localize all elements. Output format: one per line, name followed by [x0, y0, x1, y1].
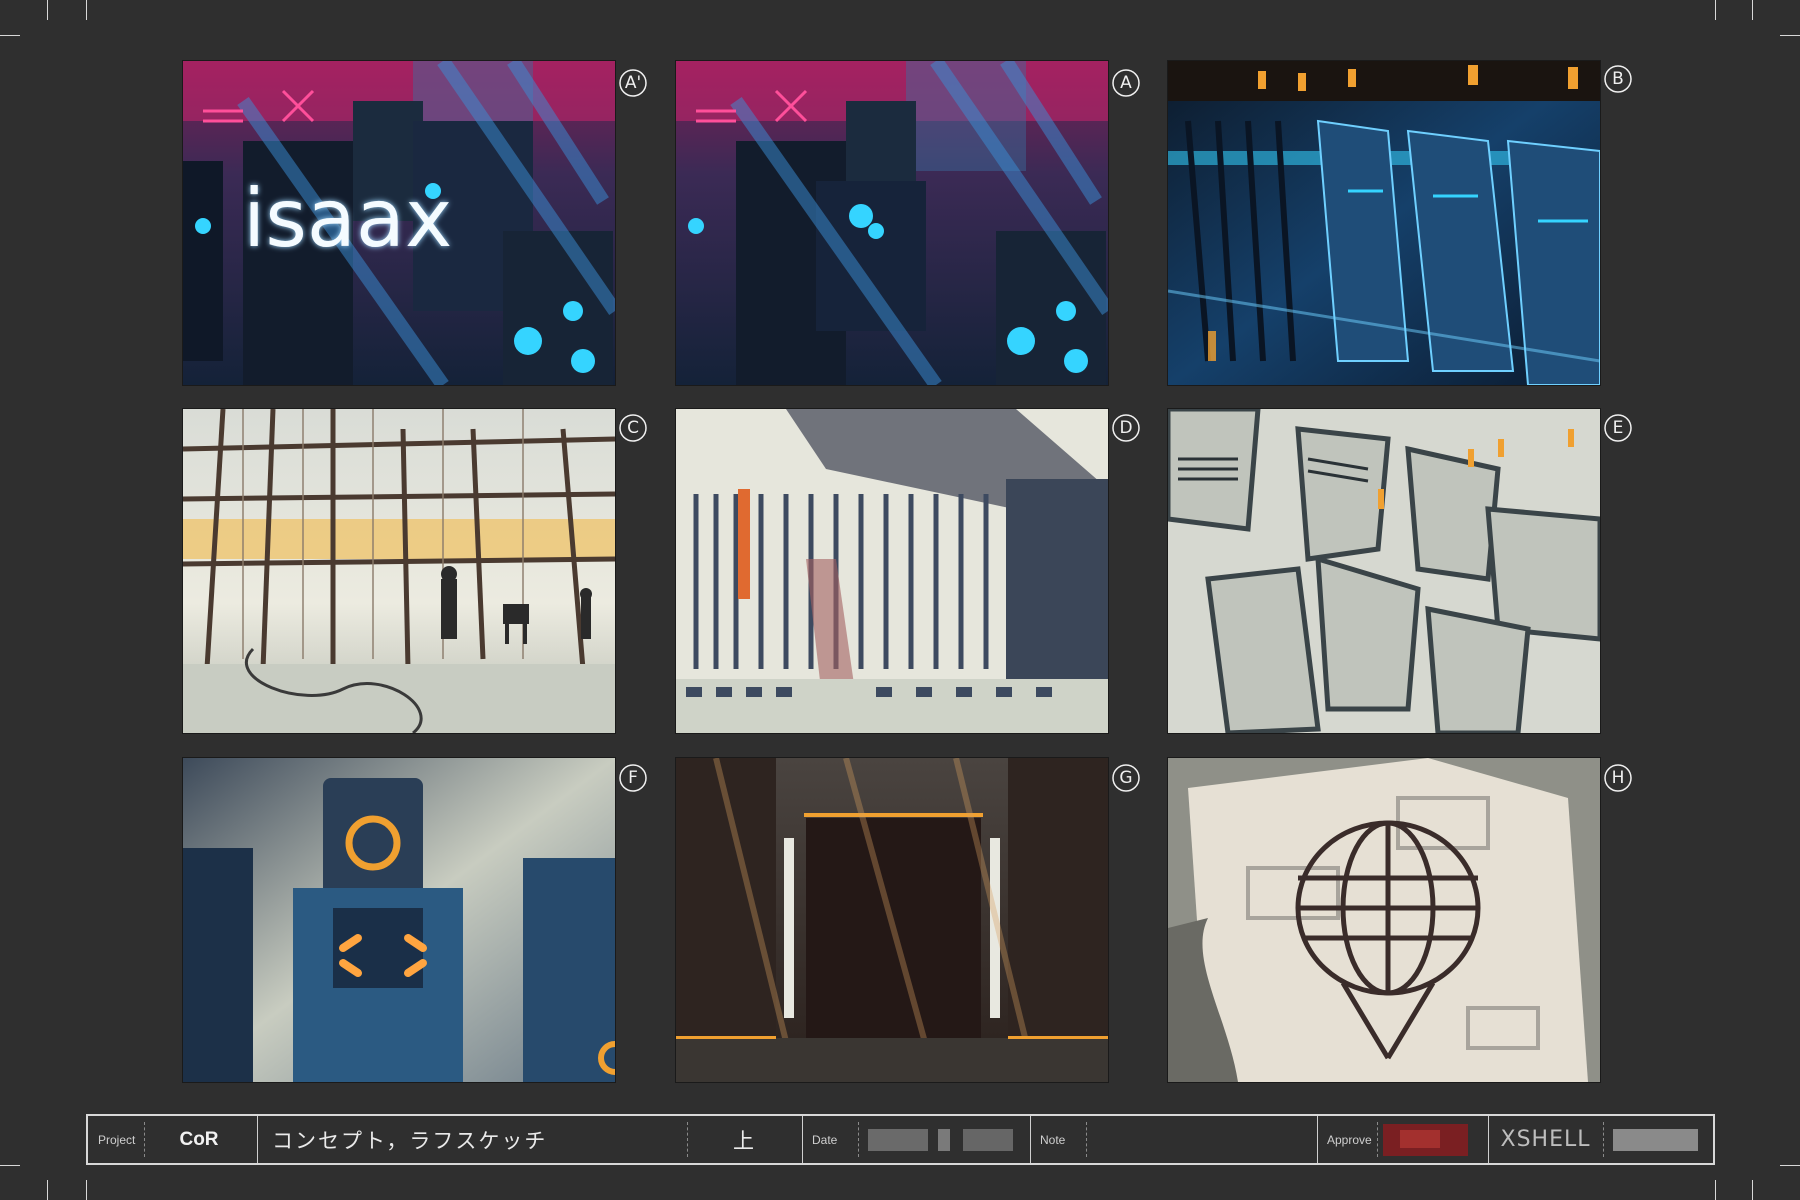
studio-logo: XSHELL: [1500, 1127, 1591, 1152]
panel-h-globe-sketch: [1167, 757, 1601, 1083]
crop-mark-top-left-h: [0, 35, 20, 36]
panel-label-c: C: [618, 413, 648, 443]
title-block: Project CoR コンセプト，ラフスケッチ 上 Date Note App…: [86, 1114, 1715, 1165]
crop-mark-bottom-left-v2: [47, 1180, 48, 1200]
part-text: 上: [733, 1128, 756, 1153]
date-label: Date: [812, 1132, 838, 1147]
panel-d-striped-facade: [675, 408, 1109, 734]
crop-mark-top-right-v2: [1752, 0, 1753, 20]
panel-label-b: B: [1603, 64, 1633, 94]
crop-mark-bottom-right-v: [1715, 1180, 1716, 1200]
panel-a-neon-robots: [675, 60, 1109, 386]
panel-label-a: A: [1111, 68, 1141, 98]
isaax-logo-text: isaax: [243, 172, 452, 265]
panel-label-d: D: [1111, 413, 1141, 443]
crop-mark-bottom-left-h: [0, 1165, 20, 1166]
panel-f-blue-robot: [182, 757, 616, 1083]
project-value: CoR: [179, 1128, 219, 1150]
panel-label-f: F: [618, 763, 648, 793]
crop-mark-top-right-h: [1780, 35, 1800, 36]
panel-c-industrial-hall: [182, 408, 616, 734]
crop-mark-top-right-v: [1715, 0, 1716, 20]
panel-label-e: E: [1603, 413, 1633, 443]
panel-label-g: G: [1111, 763, 1141, 793]
description-text: コンセプト，ラフスケッチ: [272, 1128, 548, 1153]
project-label: Project: [98, 1132, 136, 1147]
crop-mark-bottom-left-v: [86, 1180, 87, 1200]
panel-g-dark-doorway: [675, 757, 1109, 1083]
panel-e-robot-assembly: [1167, 408, 1601, 734]
panel-label-a-prime: A': [618, 68, 648, 98]
note-label: Note: [1040, 1132, 1066, 1147]
crop-mark-top-left-v: [86, 0, 87, 20]
crop-mark-bottom-right-v2: [1752, 1180, 1753, 1200]
crop-mark-bottom-right-h: [1780, 1165, 1800, 1166]
panel-b-server-racks: [1167, 60, 1601, 386]
panel-label-h: H: [1603, 763, 1633, 793]
panel-a-prime-neon-robots-logo: isaax isaax: [182, 60, 616, 386]
crop-mark-top-left-v2: [47, 0, 48, 20]
approve-label: Approve: [1327, 1132, 1372, 1147]
